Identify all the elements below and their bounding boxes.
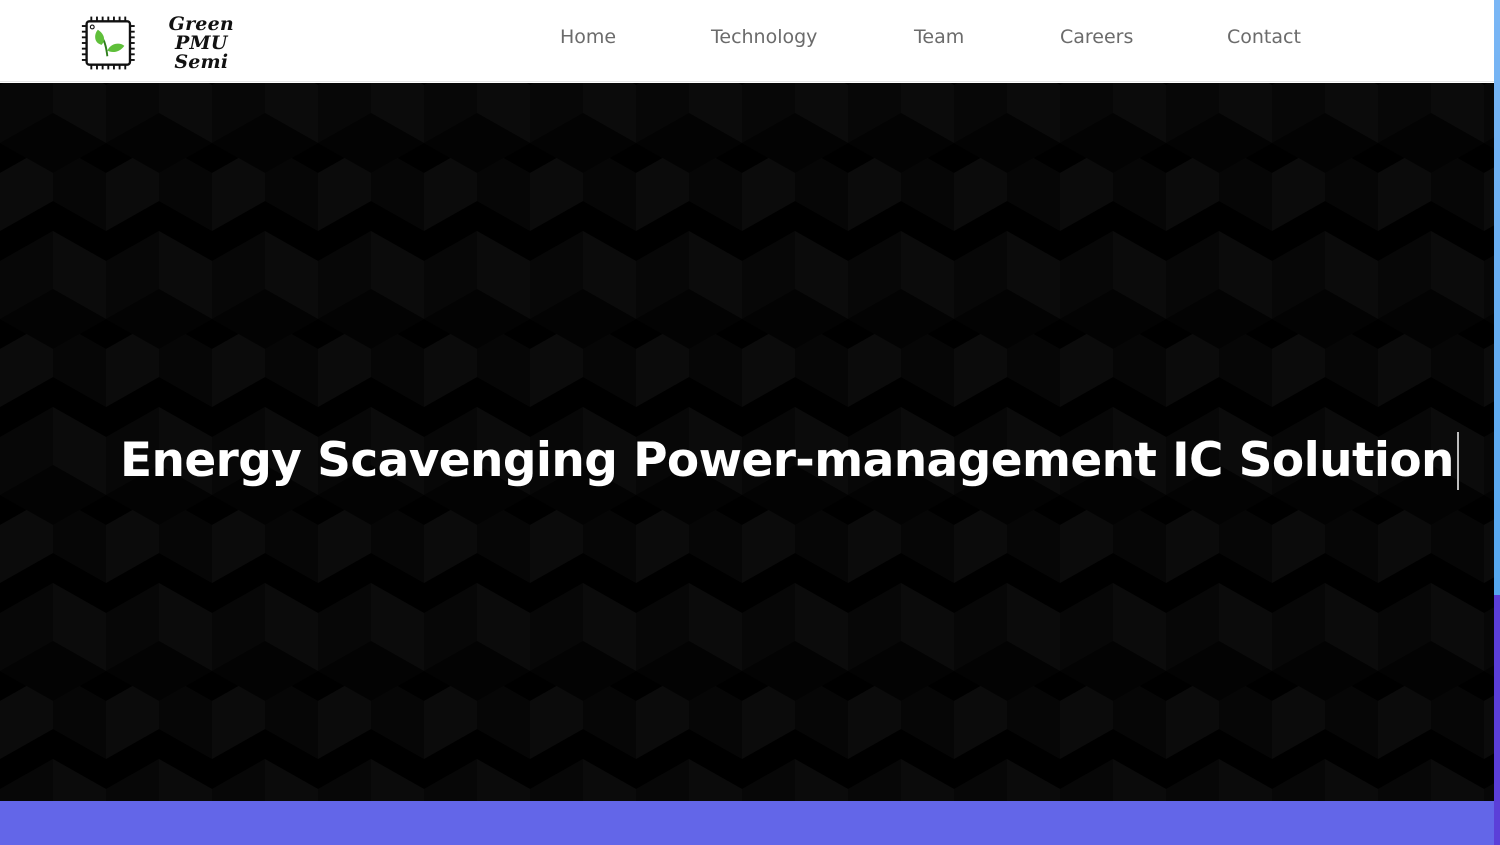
- nav-technology-link[interactable]: Technology: [711, 24, 817, 50]
- nav-careers-link[interactable]: Careers: [1060, 24, 1133, 50]
- scrollbar-thumb[interactable]: [1494, 0, 1500, 595]
- hero-title: Energy Scavenging Power-management IC So…: [120, 429, 1459, 493]
- nav-team-link[interactable]: Team: [914, 24, 964, 50]
- nav-home-link[interactable]: Home: [560, 24, 616, 50]
- page-scrollbar[interactable]: [1494, 0, 1500, 845]
- chip-leaf-icon: [81, 16, 135, 70]
- brand-name-line2: Semi: [174, 50, 229, 73]
- brand-name-line1: Green PMU: [168, 12, 234, 54]
- typing-caret: [1456, 432, 1459, 490]
- nav-contact-link[interactable]: Contact: [1227, 24, 1301, 50]
- next-section-band: [0, 801, 1494, 845]
- hero-section: Energy Scavenging Power-management IC So…: [0, 83, 1494, 801]
- brand-logo[interactable]: Green PMU Semi: [80, 12, 260, 74]
- brand-name: Green PMU Semi: [143, 12, 260, 73]
- hero-title-text: Energy Scavenging Power-management IC So…: [120, 433, 1455, 488]
- top-navbar: Green PMU Semi Home Technology Team Care…: [0, 0, 1494, 82]
